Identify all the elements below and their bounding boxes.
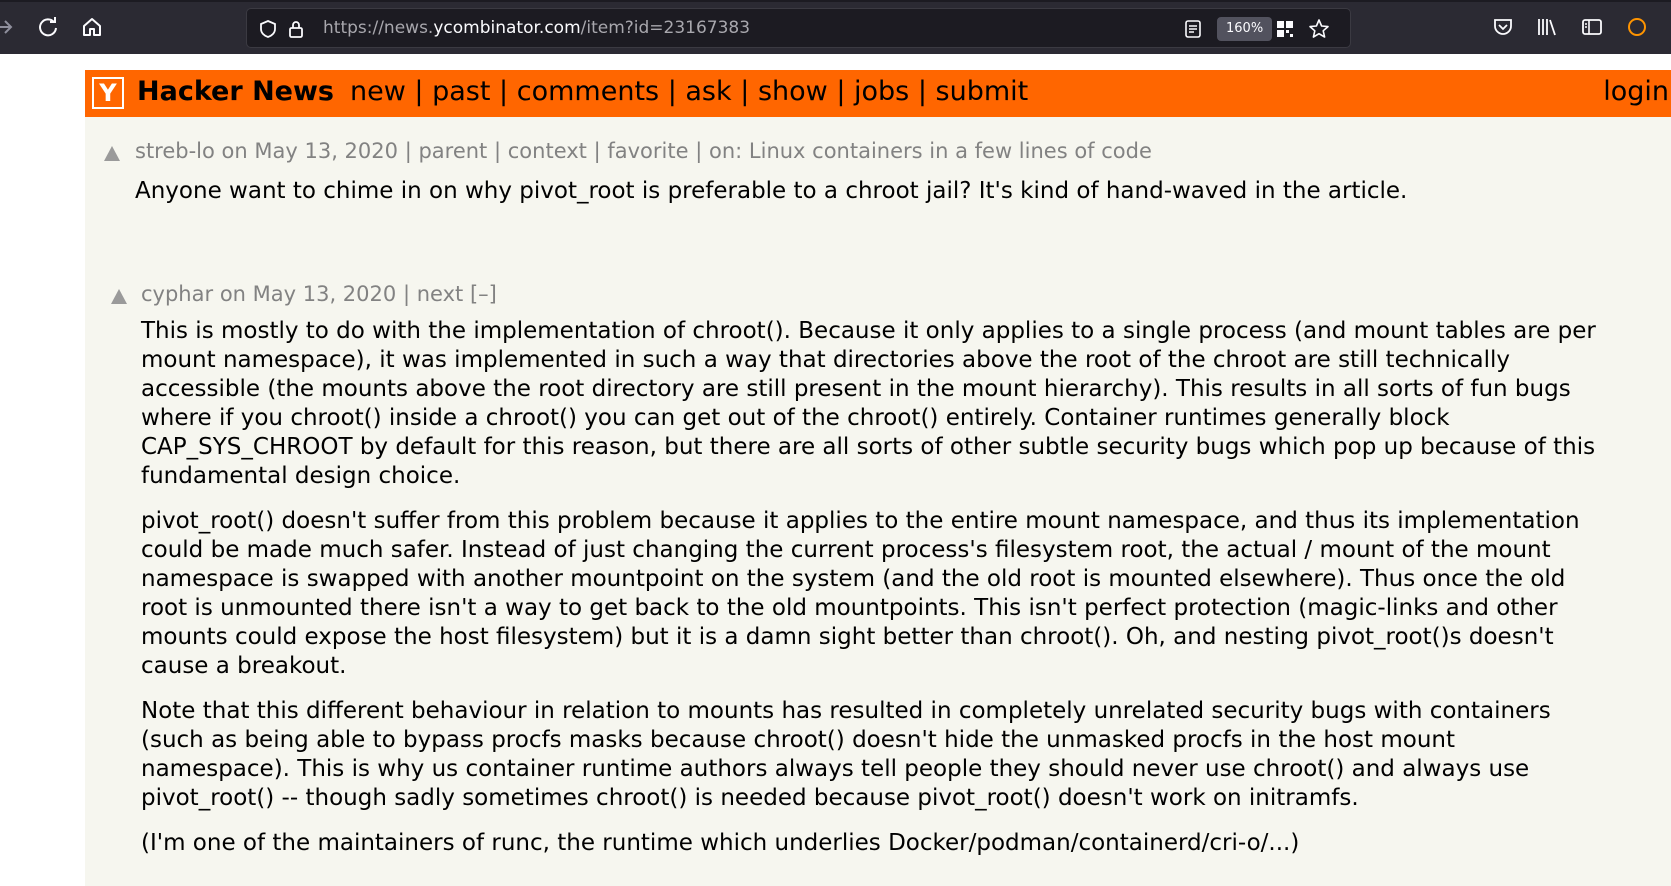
nav-separator: |	[836, 76, 846, 107]
meta-separator: |	[402, 282, 411, 306]
upvote-arrow-icon[interactable]	[111, 289, 127, 304]
library-icon[interactable]	[1534, 14, 1560, 40]
url-host: ycombinator.com	[433, 18, 581, 38]
comment-user[interactable]: cyphar	[141, 282, 213, 306]
nav-jobs[interactable]: jobs	[854, 76, 909, 107]
nav-separator: |	[917, 76, 927, 107]
meta-separator: |	[493, 139, 502, 163]
nav-comments[interactable]: comments	[517, 76, 659, 107]
meta-separator: |	[404, 139, 412, 163]
url-text[interactable]: https://news.ycombinator.com/item?id=231…	[323, 18, 750, 38]
hn-page: Y Hacker News new | past | comments | as…	[85, 70, 1671, 886]
nav-separator: |	[667, 76, 677, 107]
hn-logo[interactable]: Y	[92, 77, 124, 109]
reload-icon[interactable]	[35, 14, 61, 40]
home-icon[interactable]	[79, 14, 105, 40]
forward-icon[interactable]	[0, 14, 18, 40]
nav-submit[interactable]: submit	[936, 76, 1029, 107]
upvote-arrow-icon[interactable]	[104, 146, 120, 161]
reply-comment-text: This is mostly to do with the implementa…	[141, 317, 1611, 874]
hn-nav: new | past | comments | ask | show | job…	[350, 76, 1028, 107]
comment-date[interactable]: on May 13, 2020	[222, 139, 398, 163]
on-label: on:	[708, 139, 743, 163]
hn-header: Y Hacker News new | past | comments | as…	[85, 70, 1671, 117]
lock-icon[interactable]	[285, 18, 307, 40]
url-path: /item?id=23167383	[580, 18, 751, 38]
login-link[interactable]: login	[1603, 76, 1669, 107]
shield-icon[interactable]	[257, 18, 279, 40]
comment-date[interactable]: on May 13, 2020	[220, 282, 396, 306]
reply-comment-meta: cyphar on May 13, 2020 | next [–]	[141, 282, 497, 306]
meta-separator: |	[695, 139, 703, 163]
toolbar-edge	[0, 0, 1671, 2]
address-bar[interactable]: https://news.ycombinator.com/item?id=231…	[246, 8, 1351, 48]
story-title-link[interactable]: Linux containers in a few lines of code	[749, 139, 1152, 163]
next-link[interactable]: next	[417, 282, 464, 306]
nav-new[interactable]: new	[350, 76, 406, 107]
account-icon[interactable]	[1624, 14, 1650, 40]
bookmark-star-icon[interactable]	[1308, 18, 1330, 40]
favorite-link[interactable]: favorite	[607, 139, 688, 163]
url-prefix: https://news.	[323, 18, 434, 38]
nav-show[interactable]: show	[758, 76, 828, 107]
parent-comment-text: Anyone want to chime in on why pivot_roo…	[135, 178, 1408, 204]
context-link[interactable]: context	[508, 139, 587, 163]
comment-paragraph: Note that this different behaviour in re…	[141, 698, 1551, 811]
nav-separator: |	[414, 76, 424, 107]
parent-link[interactable]: parent	[418, 139, 487, 163]
qr-code-icon[interactable]	[1274, 18, 1296, 40]
collapse-toggle[interactable]: [–]	[470, 282, 497, 306]
comment-paragraph: (I'm one of the maintainers of runc, the…	[141, 830, 1300, 856]
comment-paragraph: pivot_root() doesn't suffer from this pr…	[141, 508, 1580, 679]
nav-separator: |	[740, 76, 750, 107]
comment-paragraph: This is mostly to do with the implementa…	[141, 318, 1596, 489]
meta-separator: |	[593, 139, 601, 163]
browser-toolbar: https://news.ycombinator.com/item?id=231…	[0, 0, 1671, 54]
parent-comment-meta: streb-lo on May 13, 2020 | parent | cont…	[135, 139, 1152, 163]
nav-ask[interactable]: ask	[685, 76, 731, 107]
reader-view-icon[interactable]	[1182, 18, 1204, 40]
zoom-level-badge[interactable]: 160%	[1217, 17, 1273, 41]
site-title[interactable]: Hacker News	[137, 76, 334, 107]
nav-separator: |	[499, 76, 509, 107]
comment-user[interactable]: streb-lo	[135, 139, 215, 163]
pocket-icon[interactable]	[1490, 14, 1516, 40]
sidebar-icon[interactable]	[1579, 14, 1605, 40]
nav-past[interactable]: past	[432, 76, 490, 107]
